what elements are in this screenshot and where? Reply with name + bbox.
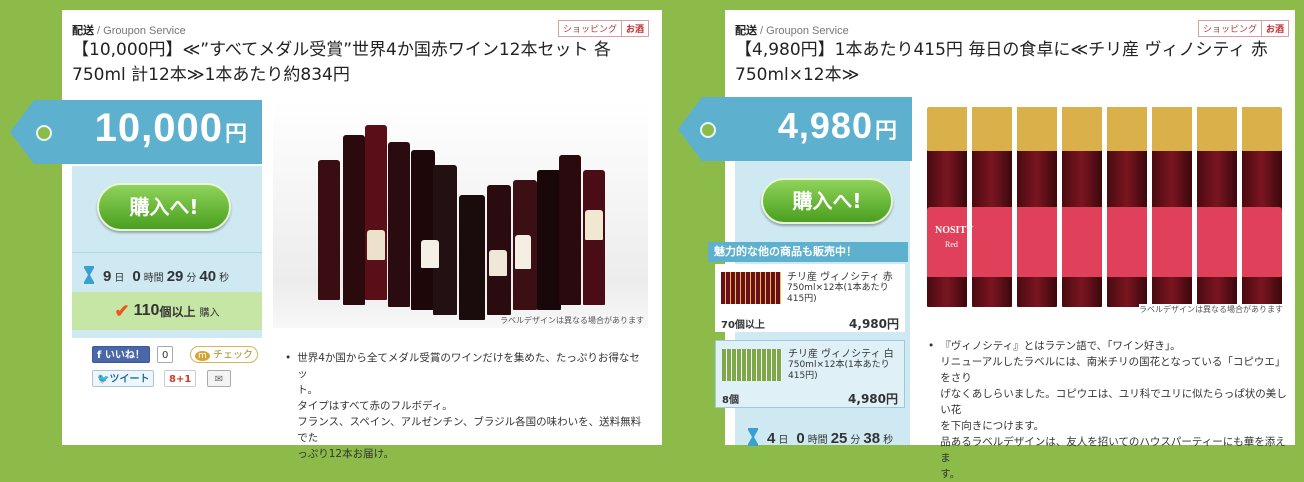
deal-category[interactable]: 配送 / Groupon Service	[735, 22, 849, 38]
other-deal-item[interactable]: チリ産 ヴィノシティ 白 750ml×12本(1本あたり 415円) 8個 4,98…	[715, 340, 905, 408]
tag-alcohol[interactable]: お酒	[622, 21, 649, 36]
deal-tags: ショッピング お酒	[558, 20, 650, 37]
white-wine-thumbnail	[722, 349, 782, 381]
sold-count: ✔ 110 個以上 購入	[72, 292, 262, 330]
buy-button[interactable]: 購入へ!	[97, 183, 231, 231]
tag-shopping[interactable]: ショッピング	[1199, 21, 1263, 36]
like-count: 0	[157, 346, 174, 363]
price-banner: 4,980円	[678, 97, 912, 161]
bottle-label-sub: Red	[945, 240, 958, 249]
bullet-icon: •	[928, 340, 935, 352]
bullet-icon: •	[285, 352, 292, 364]
label-note: ラベルデザインは異なる場合があります	[500, 316, 644, 325]
price-yen: 円	[874, 118, 898, 143]
deal-price: 10,000	[94, 106, 223, 150]
label-note: ラベルデザインは異なる場合があります	[1139, 304, 1283, 315]
countdown-timer: 9日 0 時間 29 分 40 秒	[84, 263, 229, 285]
mail-icon: ✉	[214, 374, 224, 385]
tag-alcohol[interactable]: お酒	[1262, 21, 1289, 36]
google-plus-button[interactable]: 8+1	[164, 370, 197, 387]
price-yen: 円	[224, 121, 248, 146]
price-banner: 10,000円	[10, 100, 262, 164]
mixi-check-button[interactable]: m チェック	[190, 346, 258, 363]
deal-description: • 世界4か国から全てメダル受賞のワインだけを集めた、たっぷりお得なセッ ト。 タイ…	[285, 352, 642, 460]
check-icon: ✔	[114, 300, 130, 321]
red-wine-thumbnail	[721, 272, 781, 304]
hourglass-icon	[748, 428, 758, 446]
deal-price: 4,980	[777, 105, 873, 146]
tweet-button[interactable]: 🐦ツイート	[92, 370, 155, 387]
other-deal-item[interactable]: チリ産 ヴィノシティ 赤 750ml×12本(1本あたり 415円) 70個以上 4…	[715, 264, 905, 332]
facebook-icon: f	[97, 350, 105, 361]
bottle-label-text: NOSITY	[935, 225, 974, 236]
twitter-icon: 🐦	[97, 374, 110, 385]
other-deals-header: 魅力的な他の商品も販売中！	[708, 242, 908, 262]
deal-category[interactable]: 配送 / Groupon Service	[72, 22, 186, 38]
tag-hole-icon	[36, 125, 52, 141]
mixi-icon: m	[195, 351, 210, 361]
buy-button[interactable]: 購入へ!	[761, 178, 893, 224]
deal-title[interactable]: 【4,980円】1本あたり415円 毎日の食卓に≪チリ産 ヴィノシティ 赤 750…	[735, 38, 1295, 88]
deal-description: • 『ヴィノシティ』とはラテン語で、「ワイン好き」。 リニューアルしたラベルには、…	[928, 340, 1287, 480]
deal-title[interactable]: 【10,000円】≪”すべてメダル受賞”世界4か国赤ワイン12本セット 各 750…	[72, 38, 652, 88]
tag-shopping[interactable]: ショッピング	[559, 21, 623, 36]
product-image[interactable]: ラベルデザインは異なる場合があります	[273, 100, 648, 328]
deal-tags: ショッピング お酒	[1198, 20, 1290, 37]
facebook-like-button[interactable]: f いいね！	[92, 346, 150, 363]
hourglass-icon	[84, 266, 94, 284]
product-image[interactable]: NOSITY Red ラベルデザインは異なる場合があります	[925, 97, 1287, 317]
email-button[interactable]: ✉	[207, 370, 231, 387]
countdown-timer: 4日 0 時間 25 分 38 秒	[748, 425, 893, 447]
tag-hole-icon	[700, 122, 716, 138]
